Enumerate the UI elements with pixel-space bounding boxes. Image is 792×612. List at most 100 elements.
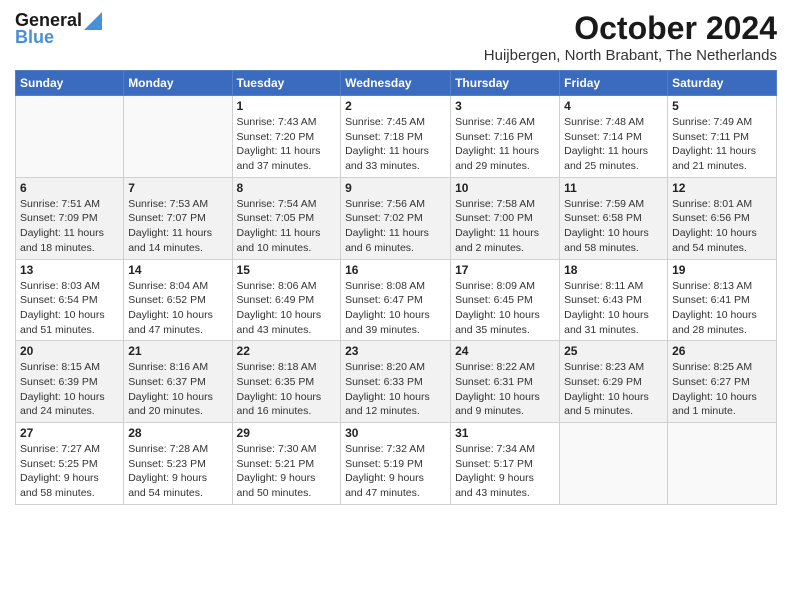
calendar-cell: 9Sunrise: 7:56 AMSunset: 7:02 PMDaylight… [341,177,451,259]
day-info: Sunrise: 8:11 AMSunset: 6:43 PMDaylight:… [564,279,663,338]
daylight-line2: and 14 minutes. [128,241,227,256]
daylight-line1: Daylight: 11 hours [128,226,227,241]
calendar-cell: 5Sunrise: 7:49 AMSunset: 7:11 PMDaylight… [668,96,777,178]
sunset-line: Sunset: 5:21 PM [237,457,337,472]
daylight-line2: and 29 minutes. [455,159,555,174]
daylight-line2: and 1 minute. [672,404,772,419]
daylight-line1: Daylight: 10 hours [564,308,663,323]
daylight-line1: Daylight: 11 hours [345,226,446,241]
sunset-line: Sunset: 7:05 PM [237,211,337,226]
sunrise-line: Sunrise: 8:20 AM [345,360,446,375]
calendar-cell: 19Sunrise: 8:13 AMSunset: 6:41 PMDayligh… [668,259,777,341]
daylight-line2: and 43 minutes. [455,486,555,501]
daylight-line2: and 16 minutes. [237,404,337,419]
daylight-line2: and 2 minutes. [455,241,555,256]
daylight-line2: and 51 minutes. [20,323,119,338]
day-number: 22 [237,344,337,358]
day-info: Sunrise: 7:49 AMSunset: 7:11 PMDaylight:… [672,115,772,174]
daylight-line1: Daylight: 10 hours [345,390,446,405]
sunset-line: Sunset: 6:43 PM [564,293,663,308]
day-number: 26 [672,344,772,358]
daylight-line2: and 20 minutes. [128,404,227,419]
daylight-line1: Daylight: 9 hours [128,471,227,486]
calendar-cell: 14Sunrise: 8:04 AMSunset: 6:52 PMDayligh… [124,259,232,341]
day-number: 17 [455,263,555,277]
sunset-line: Sunset: 6:37 PM [128,375,227,390]
day-number: 19 [672,263,772,277]
sunset-line: Sunset: 6:58 PM [564,211,663,226]
day-number: 13 [20,263,119,277]
daylight-line1: Daylight: 10 hours [345,308,446,323]
calendar-cell: 16Sunrise: 8:08 AMSunset: 6:47 PMDayligh… [341,259,451,341]
calendar-cell: 26Sunrise: 8:25 AMSunset: 6:27 PMDayligh… [668,341,777,423]
col-wednesday: Wednesday [341,71,451,96]
daylight-line1: Daylight: 11 hours [564,144,663,159]
sunrise-line: Sunrise: 7:30 AM [237,442,337,457]
sunset-line: Sunset: 7:07 PM [128,211,227,226]
day-number: 23 [345,344,446,358]
calendar-cell: 23Sunrise: 8:20 AMSunset: 6:33 PMDayligh… [341,341,451,423]
daylight-line1: Daylight: 10 hours [672,390,772,405]
day-number: 3 [455,99,555,113]
daylight-line2: and 33 minutes. [345,159,446,174]
calendar-cell: 27Sunrise: 7:27 AMSunset: 5:25 PMDayligh… [16,423,124,505]
day-number: 29 [237,426,337,440]
day-number: 25 [564,344,663,358]
calendar-cell: 24Sunrise: 8:22 AMSunset: 6:31 PMDayligh… [451,341,560,423]
day-info: Sunrise: 8:06 AMSunset: 6:49 PMDaylight:… [237,279,337,338]
calendar-cell: 25 Sunrise: 8:23 AMSunset: 6:29 PMDayligh… [560,341,668,423]
day-info: Sunrise: 8:23 AMSunset: 6:29 PMDaylight:… [564,360,663,419]
sunrise-line: Sunrise: 8:09 AM [455,279,555,294]
calendar-cell [668,423,777,505]
daylight-line1: Daylight: 9 hours [20,471,119,486]
day-info: Sunrise: 8:15 AMSunset: 6:39 PMDaylight:… [20,360,119,419]
daylight-line2: and 39 minutes. [345,323,446,338]
daylight-line2: and 37 minutes. [237,159,337,174]
daylight-line2: and 58 minutes. [20,486,119,501]
daylight-line2: and 58 minutes. [564,241,663,256]
sunrise-line: Sunrise: 7:27 AM [20,442,119,457]
daylight-line1: Daylight: 10 hours [237,390,337,405]
sunset-line: Sunset: 7:18 PM [345,130,446,145]
sunrise-line: Sunrise: 7:45 AM [345,115,446,130]
sunrise-line: Sunrise: 7:51 AM [20,197,119,212]
day-number: 21 [128,344,227,358]
sunset-line: Sunset: 6:54 PM [20,293,119,308]
daylight-line1: Daylight: 11 hours [20,226,119,241]
sunrise-line: Sunrise: 7:48 AM [564,115,663,130]
sunset-line: Sunset: 6:47 PM [345,293,446,308]
calendar-subtitle: Huijbergen, North Brabant, The Netherlan… [484,47,777,64]
col-thursday: Thursday [451,71,560,96]
day-info: Sunrise: 7:54 AMSunset: 7:05 PMDaylight:… [237,197,337,256]
calendar-week-row: 13Sunrise: 8:03 AMSunset: 6:54 PMDayligh… [16,259,777,341]
calendar-cell: 1Sunrise: 7:43 AMSunset: 7:20 PMDaylight… [232,96,341,178]
daylight-line2: and 5 minutes. [564,404,663,419]
day-number: 24 [455,344,555,358]
day-info: Sunrise: 7:34 AMSunset: 5:17 PMDaylight:… [455,442,555,501]
day-info: Sunrise: 7:59 AMSunset: 6:58 PMDaylight:… [564,197,663,256]
calendar-cell: 4Sunrise: 7:48 AMSunset: 7:14 PMDaylight… [560,96,668,178]
day-number: 8 [237,181,337,195]
calendar-week-row: 20Sunrise: 8:15 AMSunset: 6:39 PMDayligh… [16,341,777,423]
day-info: Sunrise: 8:04 AMSunset: 6:52 PMDaylight:… [128,279,227,338]
sunset-line: Sunset: 7:09 PM [20,211,119,226]
day-info: Sunrise: 7:28 AMSunset: 5:23 PMDaylight:… [128,442,227,501]
day-number: 30 [345,426,446,440]
daylight-line1: Daylight: 11 hours [455,226,555,241]
daylight-line1: Daylight: 10 hours [237,308,337,323]
sunrise-line: Sunrise: 7:43 AM [237,115,337,130]
sunrise-line: Sunrise: 8:01 AM [672,197,772,212]
calendar-cell: 7Sunrise: 7:53 AMSunset: 7:07 PMDaylight… [124,177,232,259]
daylight-line1: Daylight: 10 hours [672,226,772,241]
daylight-line1: Daylight: 9 hours [237,471,337,486]
calendar-cell: 10 Sunrise: 7:58 AMSunset: 7:00 PMDayligh… [451,177,560,259]
day-number: 12 [672,181,772,195]
calendar-cell: 21Sunrise: 8:16 AMSunset: 6:37 PMDayligh… [124,341,232,423]
day-info: Sunrise: 7:58 AMSunset: 7:00 PMDaylight:… [455,197,555,256]
sunset-line: Sunset: 7:11 PM [672,130,772,145]
calendar-cell: 22Sunrise: 8:18 AMSunset: 6:35 PMDayligh… [232,341,341,423]
calendar-cell: 30Sunrise: 7:32 AMSunset: 5:19 PMDayligh… [341,423,451,505]
daylight-line1: Daylight: 11 hours [237,144,337,159]
daylight-line2: and 24 minutes. [20,404,119,419]
day-number: 10 [455,181,555,195]
